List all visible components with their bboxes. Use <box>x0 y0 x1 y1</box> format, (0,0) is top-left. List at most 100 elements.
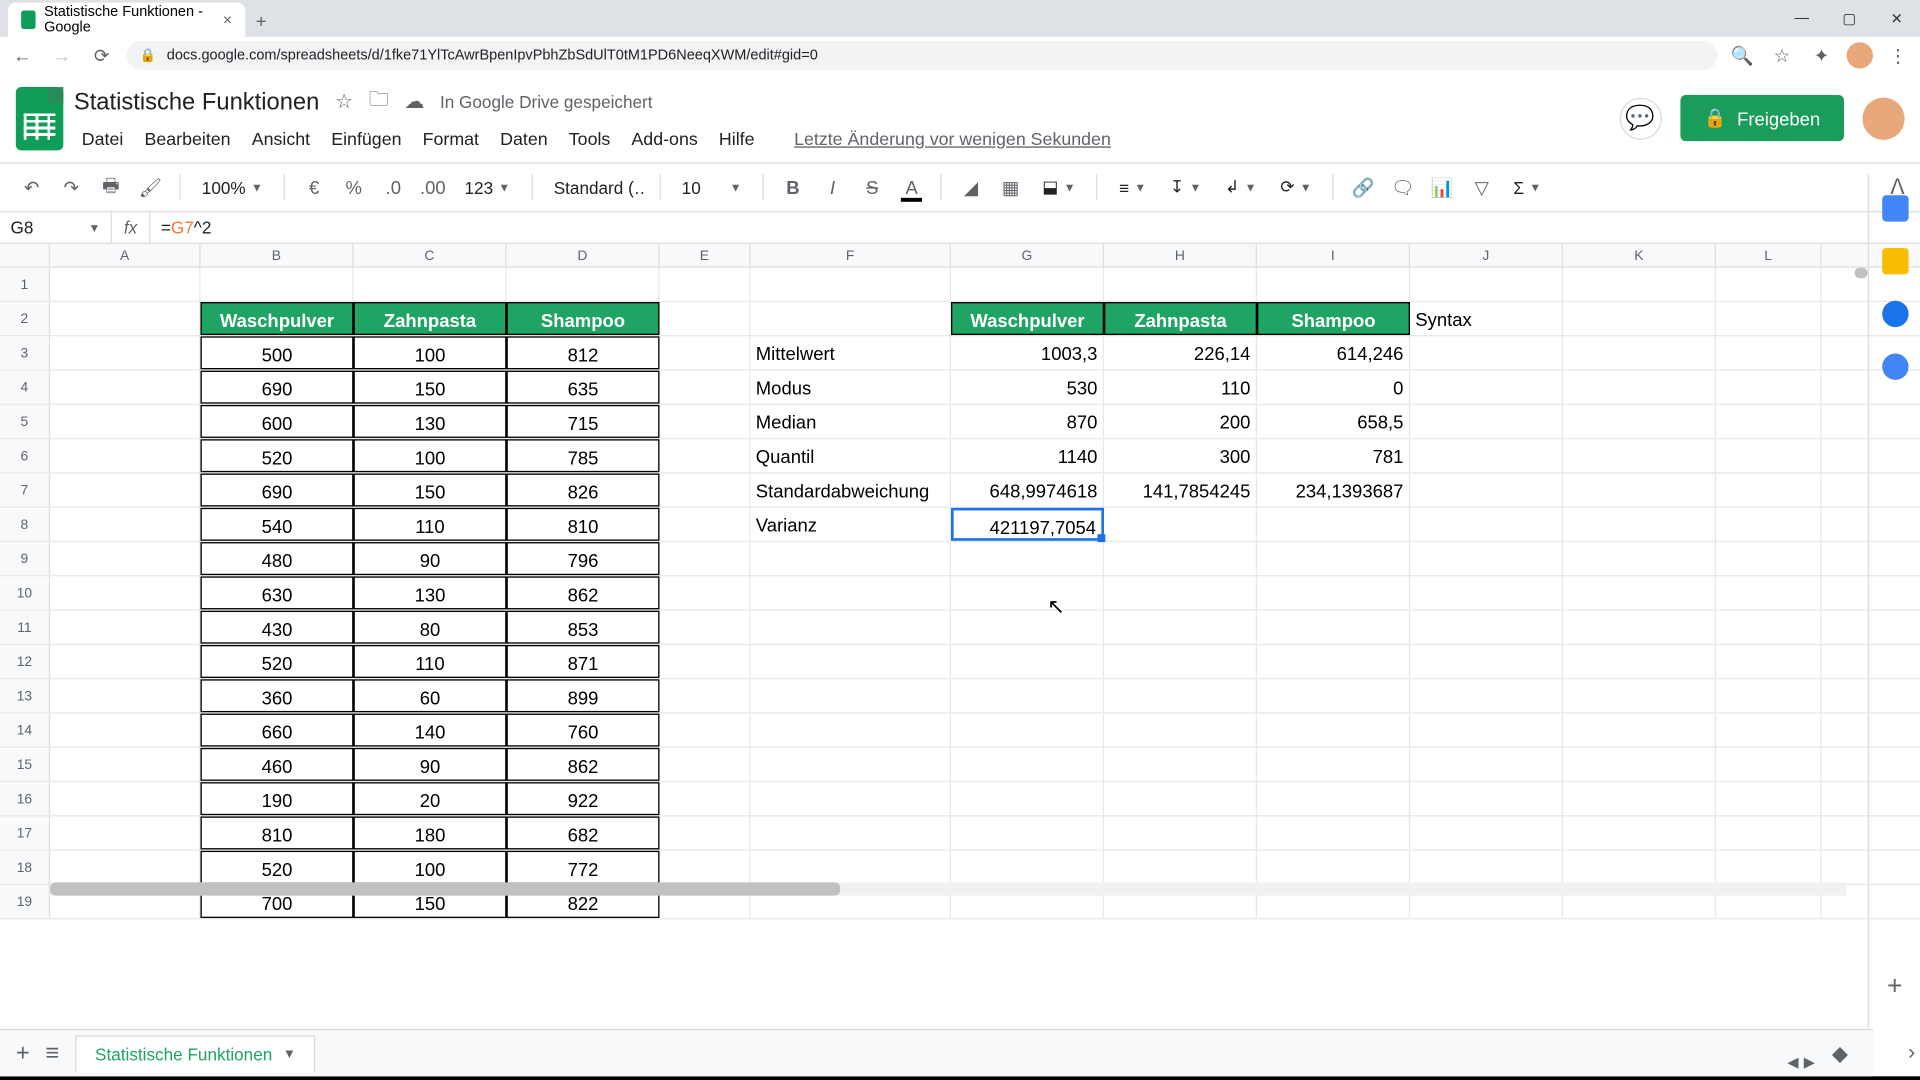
cell-H7[interactable]: 141,7854245 <box>1104 474 1257 507</box>
cell-A8[interactable] <box>50 508 200 541</box>
cell-F13[interactable] <box>751 679 951 712</box>
move-icon[interactable]: 🗀 <box>369 85 389 118</box>
row-header-3[interactable]: 3 <box>0 336 50 369</box>
minimize-button[interactable]: — <box>1778 0 1825 37</box>
cell-A3[interactable] <box>50 336 200 369</box>
menu-format[interactable]: Format <box>415 124 487 154</box>
cell-D18[interactable]: 772 <box>506 851 659 884</box>
all-sheets-button[interactable]: ≡ <box>46 1039 60 1067</box>
cell-J9[interactable] <box>1410 542 1563 575</box>
sheet-nav-right[interactable]: ▶ <box>1804 1054 1815 1071</box>
cell-G4[interactable]: 530 <box>951 371 1104 404</box>
row-header-17[interactable]: 17 <box>0 816 50 849</box>
doc-title[interactable]: Statistische Funktionen <box>74 88 319 116</box>
cell-H16[interactable] <box>1104 782 1257 815</box>
cell-D8[interactable]: 810 <box>506 508 659 541</box>
cell-E6[interactable] <box>660 439 751 472</box>
cell-G16[interactable] <box>951 782 1104 815</box>
cell-H1[interactable] <box>1104 268 1257 301</box>
cell-E1[interactable] <box>660 268 751 301</box>
row-header-4[interactable]: 4 <box>0 371 50 404</box>
cell-F11[interactable] <box>751 611 951 644</box>
sheet-tab[interactable]: Statistische Funktionen ▼ <box>75 1035 315 1072</box>
row-header-15[interactable]: 15 <box>0 748 50 781</box>
col-header-D[interactable]: D <box>506 244 659 266</box>
cell-H15[interactable] <box>1104 748 1257 781</box>
cell-B17[interactable]: 810 <box>200 816 353 849</box>
col-header-J[interactable]: J <box>1410 244 1563 266</box>
cell-I4[interactable]: 0 <box>1257 371 1410 404</box>
cell-H5[interactable]: 200 <box>1104 405 1257 438</box>
cell-A2[interactable] <box>50 302 200 335</box>
cell-D13[interactable]: 899 <box>506 679 659 712</box>
cell-F15[interactable] <box>751 748 951 781</box>
cell-B4[interactable]: 690 <box>200 371 353 404</box>
col-header-K[interactable]: K <box>1563 244 1716 266</box>
profile-avatar[interactable] <box>1847 42 1873 68</box>
cell-E7[interactable] <box>660 474 751 507</box>
cell-D1[interactable] <box>506 268 659 301</box>
cell-F17[interactable] <box>751 816 951 849</box>
cell-G3[interactable]: 1003,3 <box>951 336 1104 369</box>
cell-E15[interactable] <box>660 748 751 781</box>
cell-E4[interactable] <box>660 371 751 404</box>
col-header-E[interactable]: E <box>660 244 751 266</box>
menu-daten[interactable]: Daten <box>492 124 555 154</box>
cell-E5[interactable] <box>660 405 751 438</box>
cell-L4[interactable] <box>1716 371 1822 404</box>
last-edit-link[interactable]: Letzte Änderung vor wenigen Sekunden <box>786 124 1119 154</box>
cell-B6[interactable]: 520 <box>200 439 353 472</box>
cell-B18[interactable]: 520 <box>200 851 353 884</box>
cell-G17[interactable] <box>951 816 1104 849</box>
forward-button[interactable]: → <box>47 41 76 70</box>
cell-K7[interactable] <box>1563 474 1716 507</box>
font-select[interactable]: Standard (…▼ <box>546 177 646 197</box>
cell-G14[interactable] <box>951 714 1104 747</box>
valign-button[interactable]: ↧▼ <box>1162 177 1209 198</box>
sheet-nav-left[interactable]: ◀ <box>1787 1054 1798 1071</box>
cell-D14[interactable]: 760 <box>506 714 659 747</box>
cell-L15[interactable] <box>1716 748 1822 781</box>
row-header-5[interactable]: 5 <box>0 405 50 438</box>
row-header-1[interactable]: 1 <box>0 268 50 301</box>
cell-E10[interactable] <box>660 576 751 609</box>
cell-C5[interactable]: 130 <box>353 405 506 438</box>
italic-button[interactable]: I <box>817 171 849 203</box>
cell-I12[interactable] <box>1257 645 1410 678</box>
url-box[interactable]: 🔒 docs.google.com/spreadsheets/d/1fke71Y… <box>127 41 1718 70</box>
cell-C4[interactable]: 150 <box>353 371 506 404</box>
explore-button[interactable]: ◆ <box>1823 1037 1857 1071</box>
star-icon[interactable]: ☆ <box>335 90 353 114</box>
maximize-button[interactable]: ▢ <box>1825 0 1872 37</box>
cell-G10[interactable] <box>951 576 1104 609</box>
cell-G12[interactable] <box>951 645 1104 678</box>
increase-decimal-button[interactable]: .00 <box>417 171 449 203</box>
cell-K16[interactable] <box>1563 782 1716 815</box>
cell-F6[interactable]: Quantil <box>751 439 951 472</box>
cell-C17[interactable]: 180 <box>353 816 506 849</box>
row-header-19[interactable]: 19 <box>0 885 50 918</box>
cell-B9[interactable]: 480 <box>200 542 353 575</box>
cell-E14[interactable] <box>660 714 751 747</box>
rotate-button[interactable]: ⟳▼ <box>1272 177 1319 198</box>
cell-G1[interactable] <box>951 268 1104 301</box>
cell-J2[interactable]: Syntax <box>1410 302 1563 335</box>
cell-B3[interactable]: 500 <box>200 336 353 369</box>
cell-C6[interactable]: 100 <box>353 439 506 472</box>
cell-I6[interactable]: 781 <box>1257 439 1410 472</box>
row-header-14[interactable]: 14 <box>0 714 50 747</box>
cell-J17[interactable] <box>1410 816 1563 849</box>
cell-C18[interactable]: 100 <box>353 851 506 884</box>
keep-icon[interactable] <box>1882 248 1908 274</box>
font-size-select[interactable]: 10▼ <box>674 177 750 197</box>
cell-D5[interactable]: 715 <box>506 405 659 438</box>
cell-K6[interactable] <box>1563 439 1716 472</box>
functions-button[interactable]: Σ▼ <box>1506 177 1549 197</box>
add-addon-button[interactable]: + <box>1887 972 1902 1002</box>
cell-K14[interactable] <box>1563 714 1716 747</box>
row-header-10[interactable]: 10 <box>0 576 50 609</box>
wrap-button[interactable]: ↲▼ <box>1217 177 1264 198</box>
sheets-logo[interactable] <box>16 87 63 150</box>
zoom-select[interactable]: 100%▼ <box>194 177 271 197</box>
cell-C11[interactable]: 80 <box>353 611 506 644</box>
